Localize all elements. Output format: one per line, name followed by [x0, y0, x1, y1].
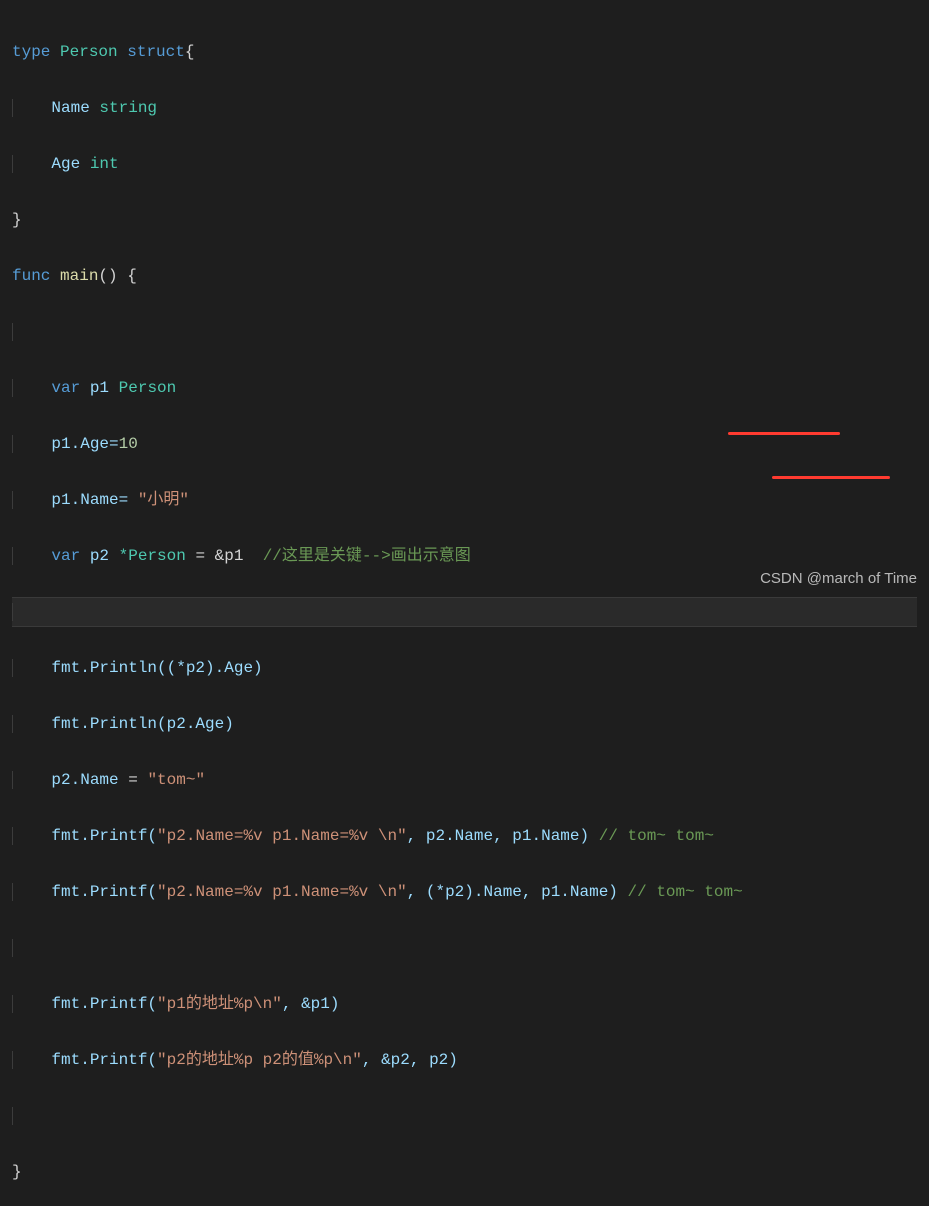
code-line: fmt.Println((*p2).Age) — [12, 654, 917, 682]
code-line: fmt.Printf("p2.Name=%v p1.Name=%v \n", (… — [12, 878, 917, 906]
annotation-underline — [728, 432, 840, 435]
watermark: CSDN @march of Time — [760, 565, 917, 593]
code-line: fmt.Printf("p2.Name=%v p1.Name=%v \n", p… — [12, 822, 917, 850]
code-line: func main() { — [12, 262, 917, 290]
code-line: fmt.Printf("p2的地址%p p2的值%p\n", &p2, p2) — [12, 1046, 917, 1074]
code-line: fmt.Println(p2.Age) — [12, 710, 917, 738]
code-line-highlighted — [12, 597, 917, 627]
code-line: } — [12, 1158, 917, 1186]
code-line: Age int — [12, 150, 917, 178]
code-line — [12, 934, 917, 962]
annotation-underline — [772, 476, 890, 479]
code-line: p1.Name= "小明" — [12, 486, 917, 514]
code-line — [12, 1102, 917, 1130]
code-line: fmt.Printf("p1的地址%p\n", &p1) — [12, 990, 917, 1018]
code-line — [12, 318, 917, 346]
code-line: var p1 Person — [12, 374, 917, 402]
code-line: Name string — [12, 94, 917, 122]
code-line: } — [12, 206, 917, 234]
code-line: p2.Name = "tom~" — [12, 766, 917, 794]
code-editor[interactable]: type Person struct{ Name string Age int … — [0, 0, 929, 1206]
code-line: type Person struct{ — [12, 38, 917, 66]
